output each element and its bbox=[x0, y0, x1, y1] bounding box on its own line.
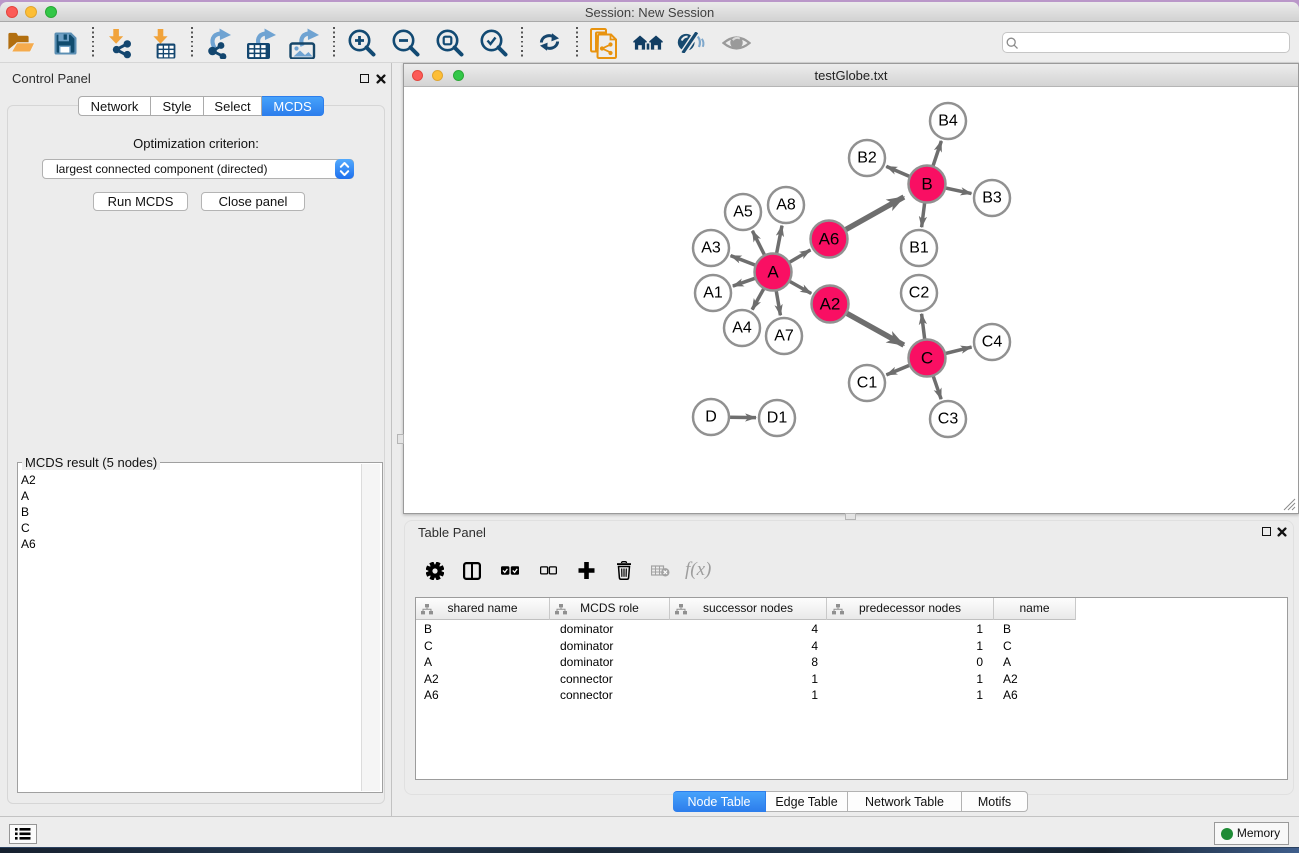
svg-text:B3: B3 bbox=[982, 190, 1002, 207]
svg-text:A8: A8 bbox=[776, 197, 796, 214]
svg-text:C3: C3 bbox=[938, 411, 959, 428]
svg-text:D1: D1 bbox=[767, 410, 788, 427]
svg-text:B: B bbox=[921, 175, 932, 194]
svg-text:A4: A4 bbox=[732, 320, 752, 337]
svg-text:C1: C1 bbox=[857, 375, 878, 392]
svg-text:C2: C2 bbox=[909, 285, 930, 302]
svg-text:B2: B2 bbox=[857, 150, 877, 167]
svg-text:C4: C4 bbox=[982, 334, 1003, 351]
svg-text:A6: A6 bbox=[819, 230, 840, 249]
svg-text:B4: B4 bbox=[938, 113, 958, 130]
svg-text:A2: A2 bbox=[820, 295, 841, 314]
svg-text:D: D bbox=[705, 409, 717, 426]
svg-text:A: A bbox=[767, 263, 779, 282]
svg-text:A3: A3 bbox=[701, 240, 721, 257]
svg-text:B1: B1 bbox=[909, 240, 929, 257]
svg-text:C: C bbox=[921, 349, 933, 368]
svg-text:A1: A1 bbox=[703, 285, 723, 302]
svg-text:A5: A5 bbox=[733, 204, 753, 221]
svg-text:A7: A7 bbox=[774, 328, 794, 345]
